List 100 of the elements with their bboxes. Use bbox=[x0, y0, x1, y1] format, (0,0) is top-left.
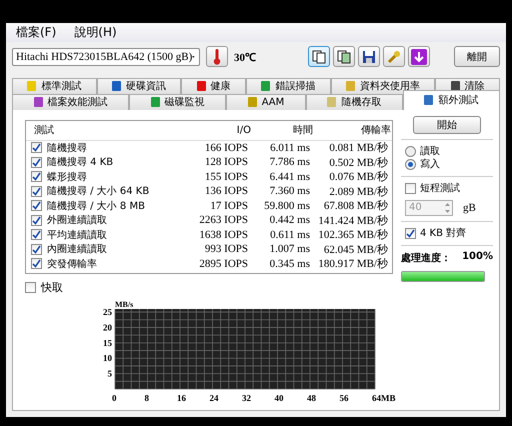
table-cell-text: 141.424 MB/秒 bbox=[317, 214, 388, 228]
checkbox[interactable] bbox=[31, 156, 42, 168]
thermometer-button[interactable] bbox=[206, 46, 228, 68]
checkbox[interactable] bbox=[31, 244, 42, 255]
radio-label: 寫入 bbox=[420, 158, 440, 171]
tab[interactable]: 資料夾使用率 bbox=[330, 78, 436, 94]
tab[interactable]: 檔案效能測試 bbox=[12, 94, 130, 110]
tab[interactable]: 隨機存取 bbox=[306, 94, 403, 110]
radio-button[interactable] bbox=[405, 158, 416, 170]
tab-icon bbox=[150, 97, 160, 107]
unit-label: gB bbox=[463, 202, 476, 214]
table-cell-text: 1.007 ms bbox=[268, 243, 310, 256]
tick-label: 0 bbox=[112, 393, 116, 403]
checkbox[interactable] bbox=[31, 186, 42, 197]
down-arrow-icon bbox=[411, 48, 427, 65]
tab[interactable]: 健康 bbox=[181, 78, 246, 94]
tab[interactable]: AAM bbox=[226, 94, 306, 110]
tick-label: 64MB bbox=[372, 393, 396, 403]
checkbox[interactable] bbox=[31, 214, 42, 226]
table-cell-text: 993 IOPS bbox=[204, 243, 248, 256]
table-cell-text: 59.800 ms bbox=[263, 200, 310, 212]
tick-label: 5 bbox=[108, 368, 112, 379]
table-cell-text: 6.011 ms bbox=[269, 142, 310, 154]
copy-icon bbox=[337, 50, 351, 64]
tab-icon bbox=[450, 81, 460, 91]
tab[interactable]: 磁碟監視 bbox=[129, 94, 226, 110]
checkbox-label: 短程測試 bbox=[420, 182, 460, 195]
tick-label: 56 bbox=[340, 393, 348, 403]
menu-item[interactable]: 說明(H) bbox=[74, 24, 117, 42]
table-cell-text: 2263 IOPS bbox=[198, 214, 248, 226]
tab-icon bbox=[424, 95, 434, 105]
table-cell-text: 128 IOPS bbox=[204, 156, 248, 168]
checkbox[interactable] bbox=[31, 142, 42, 154]
download-button[interactable] bbox=[408, 46, 430, 68]
table-cell-text: 2895 IOPS bbox=[198, 258, 248, 270]
column-header: I/O bbox=[236, 124, 251, 136]
table-cell-text: 平均連續讀取 bbox=[47, 228, 107, 242]
table-cell-text: 隨機搜尋 / 大小 64 KB bbox=[47, 184, 150, 198]
tab-icon bbox=[112, 81, 121, 91]
checkbox[interactable] bbox=[405, 228, 416, 238]
table-cell-text: 內圈連續讀取 bbox=[47, 242, 107, 256]
column-header: 時間 bbox=[292, 124, 313, 137]
table-cell-text: 62.045 MB/秒 bbox=[322, 242, 388, 257]
tick-label: 15 bbox=[103, 338, 112, 348]
table-cell-text: 2.089 MB/秒 bbox=[328, 184, 388, 199]
tick-label: 16 bbox=[177, 393, 186, 403]
table-cell-text: 7.786 ms bbox=[268, 156, 310, 168]
table-cell-text: 0.345 ms bbox=[268, 258, 310, 270]
table-cell-text: 0.611 ms bbox=[269, 228, 310, 241]
checkbox-label: 4 KB 對齊 bbox=[420, 226, 466, 240]
save-button[interactable] bbox=[358, 46, 380, 68]
table-cell-text: 0.442 ms bbox=[268, 214, 310, 226]
checkbox-label: 快取 bbox=[41, 280, 63, 295]
checkbox[interactable] bbox=[405, 182, 416, 194]
tab-icon bbox=[196, 81, 206, 91]
table-cell-text: 67.808 MB/秒 bbox=[322, 199, 388, 214]
radio-label: 讀取 bbox=[420, 144, 440, 158]
tick-label: 24 bbox=[210, 393, 218, 403]
tick-label: 32 bbox=[242, 393, 251, 403]
table-cell-text: 隨機搜尋 4 KB bbox=[47, 156, 114, 170]
checkbox[interactable] bbox=[25, 282, 36, 293]
copy-button[interactable] bbox=[308, 46, 330, 68]
tick-label: 25 bbox=[103, 307, 112, 318]
checkbox[interactable] bbox=[31, 200, 42, 212]
table-cell-text: 突發傳輸率 bbox=[47, 258, 97, 271]
tab[interactable]: 標準測試 bbox=[12, 78, 97, 94]
checkbox[interactable] bbox=[31, 229, 42, 240]
tick-label: 48 bbox=[307, 393, 316, 403]
table-cell-text: 180.917 MB/秒 bbox=[317, 257, 388, 272]
progress-value: 100% bbox=[462, 250, 493, 264]
tab[interactable]: 額外測試 bbox=[402, 90, 500, 110]
checkbox[interactable] bbox=[31, 258, 42, 270]
table-cell-text: 1638 IOPS bbox=[198, 228, 248, 241]
table-cell-text: 0.502 MB/秒 bbox=[328, 156, 388, 170]
table-cell-text: 136 IOPS bbox=[204, 185, 248, 198]
drive-dropdown[interactable]: Hitachi HDS723015BLA642 (1500 gB) bbox=[12, 48, 200, 66]
column-header: 測試 bbox=[33, 124, 55, 137]
tab[interactable]: 硬碟資訊 bbox=[96, 78, 182, 94]
axis-label: MB/s bbox=[115, 300, 134, 309]
tick-label: 20 bbox=[103, 322, 112, 332]
table-cell-text: 7.360 ms bbox=[268, 185, 310, 198]
tick-label: 40 bbox=[274, 393, 284, 403]
table-cell-text: 隨機搜尋 / 大小 8 MB bbox=[47, 200, 145, 213]
tab[interactable]: 錯誤掃描 bbox=[246, 78, 331, 94]
menu-item[interactable]: 檔案(F) bbox=[16, 24, 56, 42]
table-cell-text: 166 IOPS bbox=[204, 142, 248, 154]
table-cell-text: 蝶形搜尋 bbox=[47, 170, 87, 184]
exit-button[interactable]: 離開 bbox=[454, 46, 500, 68]
tick-label: 10 bbox=[103, 353, 112, 364]
copy-button[interactable] bbox=[333, 46, 355, 68]
table-cell-text: 隨機搜尋 bbox=[47, 142, 87, 155]
radio-button[interactable] bbox=[405, 146, 416, 156]
table-cell-text: 外圈連續讀取 bbox=[47, 214, 107, 228]
table-cell-text: 0.076 MB/秒 bbox=[328, 170, 388, 184]
checkbox[interactable] bbox=[31, 171, 42, 182]
tick-label: 8 bbox=[144, 393, 149, 403]
column-header: 傳輸率 bbox=[360, 124, 391, 137]
table-cell-text: 155 IOPS bbox=[204, 170, 248, 183]
progress-label: 處理進度： bbox=[401, 251, 451, 264]
start-button[interactable]: 開始 bbox=[413, 116, 481, 134]
